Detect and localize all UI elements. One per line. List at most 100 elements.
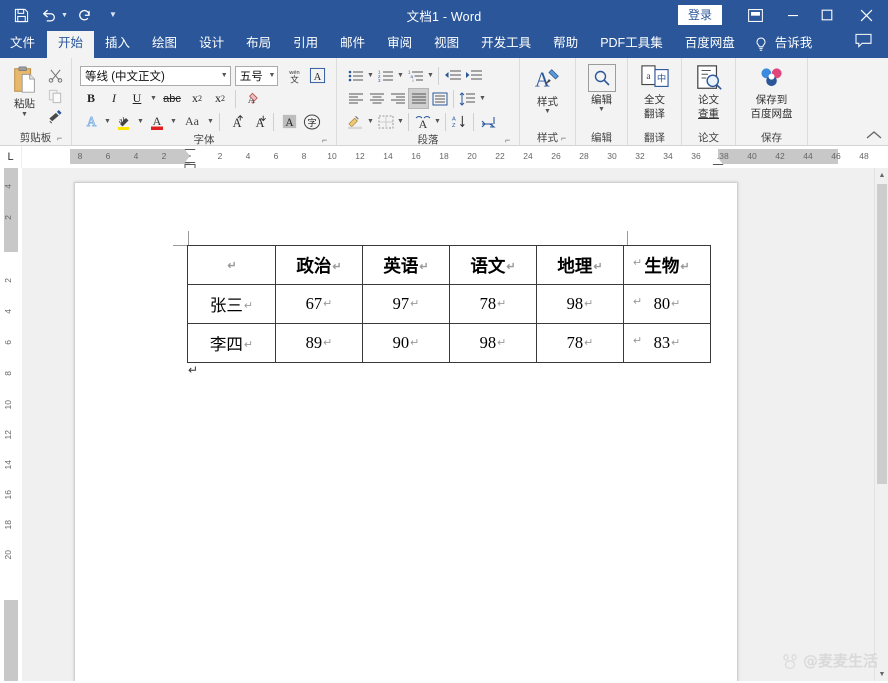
table-cell-score[interactable]: 67↵: [275, 284, 363, 324]
grow-font-icon[interactable]: A: [224, 111, 246, 132]
table-cell-name[interactable]: 李四↵: [187, 323, 276, 363]
phonetic-guide-icon[interactable]: wén 文: [283, 65, 305, 86]
tab-insert[interactable]: 插入: [94, 31, 141, 58]
bullet-list-icon[interactable]: [345, 65, 366, 86]
bullets-dropdown-icon[interactable]: ▼: [366, 72, 375, 79]
font-size-dropdown-icon[interactable]: ▼: [266, 72, 275, 79]
styles-button[interactable]: A 样式 ▼: [526, 63, 570, 115]
subscript-button[interactable]: x2: [186, 88, 208, 109]
character-shading-icon[interactable]: A: [278, 111, 300, 132]
tab-review[interactable]: 审阅: [376, 31, 423, 58]
align-right-icon[interactable]: [387, 88, 408, 109]
justify-icon[interactable]: [408, 88, 429, 109]
table-header-geography[interactable]: 地理↵: [536, 245, 624, 285]
close-icon[interactable]: [844, 0, 888, 30]
text-effects-dropdown-icon[interactable]: ▼: [103, 118, 112, 125]
text-effects-icon[interactable]: A: [80, 111, 102, 132]
highlight-dropdown-icon[interactable]: ▼: [136, 118, 145, 125]
tab-layout[interactable]: 布局: [235, 31, 282, 58]
multilevel-dropdown-icon[interactable]: ▼: [426, 72, 435, 79]
align-left-icon[interactable]: [345, 88, 366, 109]
table-cell-score[interactable]: 90↵: [362, 323, 450, 363]
scrollbar-thumb[interactable]: [877, 184, 887, 484]
minimize-icon[interactable]: [776, 0, 810, 30]
table-header-english[interactable]: 英语↵: [362, 245, 450, 285]
table-cell-score[interactable]: 97↵: [362, 284, 450, 324]
tell-me-label[interactable]: 告诉我: [770, 31, 824, 58]
underline-button[interactable]: U: [126, 88, 148, 109]
strikethrough-button[interactable]: abc: [159, 88, 185, 109]
shading-dropdown-icon[interactable]: ▼: [366, 118, 375, 125]
change-case-dropdown-icon[interactable]: ▼: [206, 118, 215, 125]
save-icon[interactable]: [8, 3, 34, 27]
table-cell-name[interactable]: 张三↵: [187, 284, 276, 324]
full-text-translate-button[interactable]: a中 全文 翻译: [633, 63, 677, 120]
tab-baidu-netdisk[interactable]: 百度网盘: [674, 31, 746, 58]
asian-layout-icon[interactable]: A: [412, 111, 433, 132]
ribbon-options-icon[interactable]: [734, 0, 776, 30]
borders-dropdown-icon[interactable]: ▼: [396, 118, 405, 125]
font-color-icon[interactable]: A: [146, 111, 168, 132]
align-center-icon[interactable]: [366, 88, 387, 109]
format-painter-icon[interactable]: [44, 107, 66, 127]
scroll-down-icon[interactable]: ▼: [875, 667, 888, 681]
paste-dropdown-icon[interactable]: ▼: [21, 111, 28, 118]
change-case-icon[interactable]: Aa: [179, 111, 205, 132]
font-name-dropdown-icon[interactable]: ▼: [219, 72, 228, 79]
tab-view[interactable]: 视图: [423, 31, 470, 58]
table-cell-score[interactable]: 98↵: [449, 323, 537, 363]
undo-dropdown-icon[interactable]: ▼: [61, 12, 68, 19]
line-spacing-dropdown-icon[interactable]: ▼: [478, 95, 487, 102]
clear-formatting-icon[interactable]: A: [240, 88, 262, 109]
table-cell-score[interactable]: 98↵: [536, 284, 624, 324]
scroll-up-icon[interactable]: ▲: [875, 168, 888, 182]
distribute-icon[interactable]: [429, 88, 450, 109]
underline-dropdown-icon[interactable]: ▼: [149, 95, 158, 102]
numbered-list-icon[interactable]: 123: [375, 65, 396, 86]
superscript-button[interactable]: x2: [209, 88, 231, 109]
tab-mailings[interactable]: 邮件: [329, 31, 376, 58]
borders-icon[interactable]: [375, 111, 396, 132]
paragraph-dialog-launcher-icon[interactable]: ⌐: [505, 136, 515, 146]
thesis-check-button[interactable]: 论文 查重: [687, 63, 731, 120]
table-cell-score[interactable]: 78↵: [449, 284, 537, 324]
multilevel-list-icon[interactable]: 1ai: [405, 65, 426, 86]
table-header-chinese[interactable]: 语文↵: [449, 245, 537, 285]
styles-dialog-launcher-icon[interactable]: ⌐: [561, 134, 571, 144]
paste-button[interactable]: 粘贴 ▼: [5, 63, 44, 118]
maximize-icon[interactable]: [810, 0, 844, 30]
editing-dropdown-icon[interactable]: ▼: [598, 106, 605, 113]
increase-indent-icon[interactable]: [463, 65, 484, 86]
font-color-dropdown-icon[interactable]: ▼: [169, 118, 178, 125]
shrink-font-icon[interactable]: A: [247, 111, 269, 132]
document-page[interactable]: ↵ 政治↵ 英语↵ 语文↵ 地理↵ 生物↵ 张三↵ 67↵ 97↵ 78↵ 98…: [74, 182, 738, 681]
tab-developer[interactable]: 开发工具: [470, 31, 542, 58]
vertical-ruler[interactable]: 4 2 2 4 6 8 10 12 14 16 18 20: [0, 168, 22, 681]
sort-az-icon[interactable]: AZ: [449, 111, 470, 132]
vertical-scrollbar[interactable]: ▲ ▼: [874, 168, 888, 681]
document-canvas[interactable]: ↵ 政治↵ 英语↵ 语文↵ 地理↵ 生物↵ 张三↵ 67↵ 97↵ 78↵ 98…: [22, 168, 888, 681]
font-name-input[interactable]: 等线 (中文正文) ▼: [80, 65, 231, 86]
tab-home[interactable]: 开始: [47, 31, 95, 58]
bold-button[interactable]: B: [80, 88, 102, 109]
table-cell-score[interactable]: 78↵: [536, 323, 624, 363]
tab-draw[interactable]: 绘图: [141, 31, 188, 58]
customize-qat-icon[interactable]: ▼: [109, 11, 117, 19]
undo-icon[interactable]: [36, 3, 62, 27]
asian-layout-dropdown-icon[interactable]: ▼: [433, 118, 442, 125]
tab-design[interactable]: 设计: [188, 31, 235, 58]
pilcrow-icon[interactable]: [477, 111, 498, 132]
tell-me-box[interactable]: 告诉我: [752, 31, 824, 58]
highlight-icon[interactable]: ab: [113, 111, 135, 132]
editing-button[interactable]: 编辑 ▼: [580, 63, 624, 113]
italic-button[interactable]: I: [103, 88, 125, 109]
tab-stop-selector[interactable]: L: [0, 146, 22, 168]
table-cell-score[interactable]: 89↵: [275, 323, 363, 363]
tab-help[interactable]: 帮助: [542, 31, 589, 58]
copy-icon[interactable]: [44, 86, 66, 106]
tab-pdf-tools[interactable]: PDF工具集: [589, 31, 674, 58]
collapse-ribbon-icon[interactable]: [866, 130, 882, 143]
character-border-icon[interactable]: A: [306, 65, 328, 86]
tab-references[interactable]: 引用: [282, 31, 329, 58]
decrease-indent-icon[interactable]: [442, 65, 463, 86]
